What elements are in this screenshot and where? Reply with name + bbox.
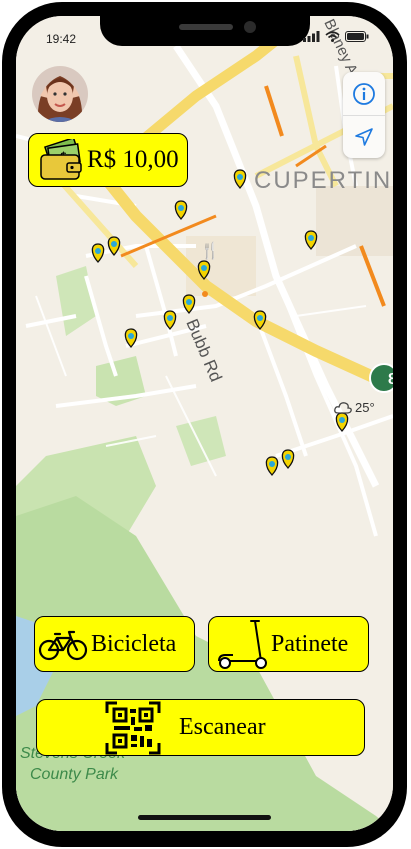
phone-camera [244,21,256,33]
phone-mockup: 85 CUPERTINO Bubb Rd Blaney Ave Stevens … [0,0,411,849]
bike-button-label: Bicicleta [91,630,177,657]
battery-icon [345,31,369,42]
bike-button[interactable]: Bicicleta [34,616,195,672]
weather-badge: 25° [334,400,375,415]
scooter-icon [218,620,267,669]
signal-icon [303,31,320,42]
app-screen: 85 CUPERTINO Bubb Rd Blaney Ave Stevens … [16,16,393,831]
svg-text:85: 85 [388,371,393,388]
map-locate-button[interactable] [343,115,385,158]
status-time: 19:42 [46,32,77,46]
scan-button-label: Escanear [179,714,266,740]
avatar[interactable] [32,66,88,122]
status-icons [303,31,369,42]
info-icon [353,82,375,105]
wallet-balance-button[interactable]: $ R$ 10,00 [28,133,188,187]
restaurant-poi-icon: 🍴 [200,241,220,260]
scan-button[interactable]: Escanear [36,699,365,756]
phone-notch [100,16,310,46]
map-park-label-2: County Park [30,766,119,783]
highway-shield: 85 [369,363,393,393]
scooter-button-label: Patinete [271,630,349,657]
map-city-label: CUPERTINO [254,167,393,194]
map-info-button[interactable] [343,72,385,116]
wifi-icon [325,31,340,42]
location-arrow-icon [355,127,373,146]
bicycle-icon [38,630,88,661]
weather-temp: 25° [355,400,375,415]
cloud-icon [334,402,352,414]
wallet-icon: $ [40,139,82,180]
home-indicator[interactable] [138,815,271,820]
qr-code-icon [105,701,161,754]
map-controls [343,72,385,158]
phone-speaker [179,24,233,30]
scooter-button[interactable]: Patinete [208,616,369,672]
avatar-photo [32,66,88,122]
wallet-balance-value: R$ 10,00 [87,146,179,173]
